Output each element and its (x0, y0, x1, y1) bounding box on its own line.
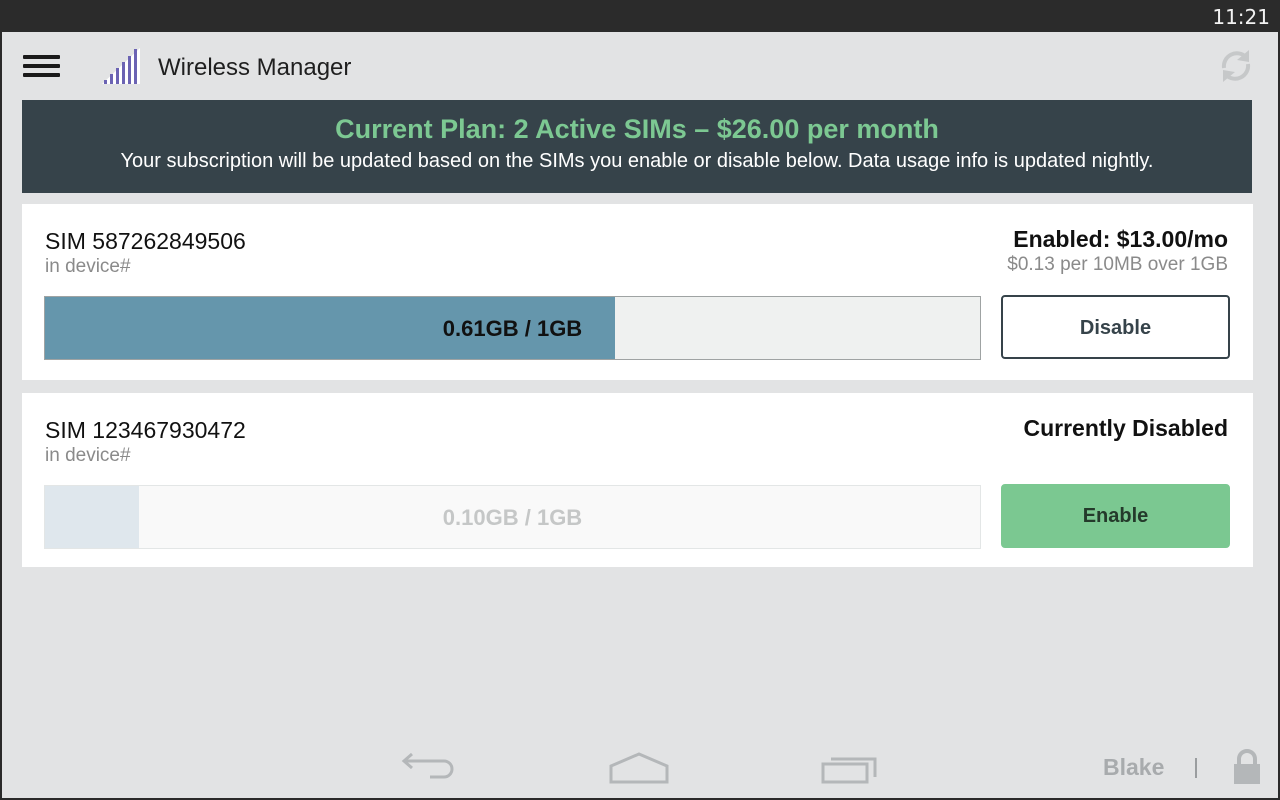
usage-label: 0.61GB / 1GB (442, 316, 583, 341)
menu-button[interactable] (22, 52, 62, 82)
sim-card-1: SIM 587262849506 in device# Enabled: $13… (22, 204, 1253, 380)
back-icon[interactable] (400, 750, 458, 786)
sim-device-label: in device# (45, 445, 131, 466)
lock-icon[interactable] (1232, 748, 1262, 786)
refresh-icon (1221, 50, 1251, 82)
sim-card-2: SIM 123467930472 in device# Currently Di… (22, 393, 1253, 567)
plan-subtitle: Your subscription will be updated based … (120, 150, 1154, 172)
usage-bar: 0.10GB / 1GB (44, 485, 981, 549)
menu-icon-line (23, 64, 60, 68)
refresh-button[interactable] (1216, 46, 1256, 86)
app-title: Wireless Manager (158, 54, 352, 81)
app-window: Wireless Manager Current Plan: 2 Active … (2, 32, 1278, 798)
plan-banner: Current Plan: 2 Active SIMs – $26.00 per… (22, 100, 1252, 193)
status-bar: 11:21 (0, 0, 1280, 32)
recent-apps-icon[interactable] (820, 752, 880, 786)
sim-status: Currently Disabled (1023, 415, 1229, 441)
plan-title: Current Plan: 2 Active SIMs – $26.00 per… (335, 114, 939, 144)
sim-id: SIM 587262849506 (45, 228, 246, 254)
user-name: Blake (1103, 754, 1165, 780)
action-bar: Wireless Manager (2, 32, 1278, 100)
usage-bar: 0.61GB / 1GB (44, 296, 981, 360)
sim-status: Enabled: $13.00/mo (1013, 226, 1228, 252)
sim-device-label: in device# (45, 256, 131, 277)
home-icon[interactable] (608, 750, 670, 786)
navigation-bar: Blake (2, 732, 1278, 798)
menu-icon-line (23, 55, 60, 59)
enable-button[interactable]: Enable (1001, 484, 1230, 548)
sim-overage-rate: $0.13 per 10MB over 1GB (1007, 254, 1228, 275)
signal-bars-logo-icon (102, 48, 140, 84)
usage-label: 0.10GB / 1GB (442, 505, 583, 530)
status-time: 11:21 (1212, 5, 1270, 29)
disable-button[interactable]: Disable (1001, 295, 1230, 359)
menu-icon-line (23, 73, 60, 77)
divider (1195, 758, 1197, 778)
sim-id: SIM 123467930472 (45, 417, 246, 443)
